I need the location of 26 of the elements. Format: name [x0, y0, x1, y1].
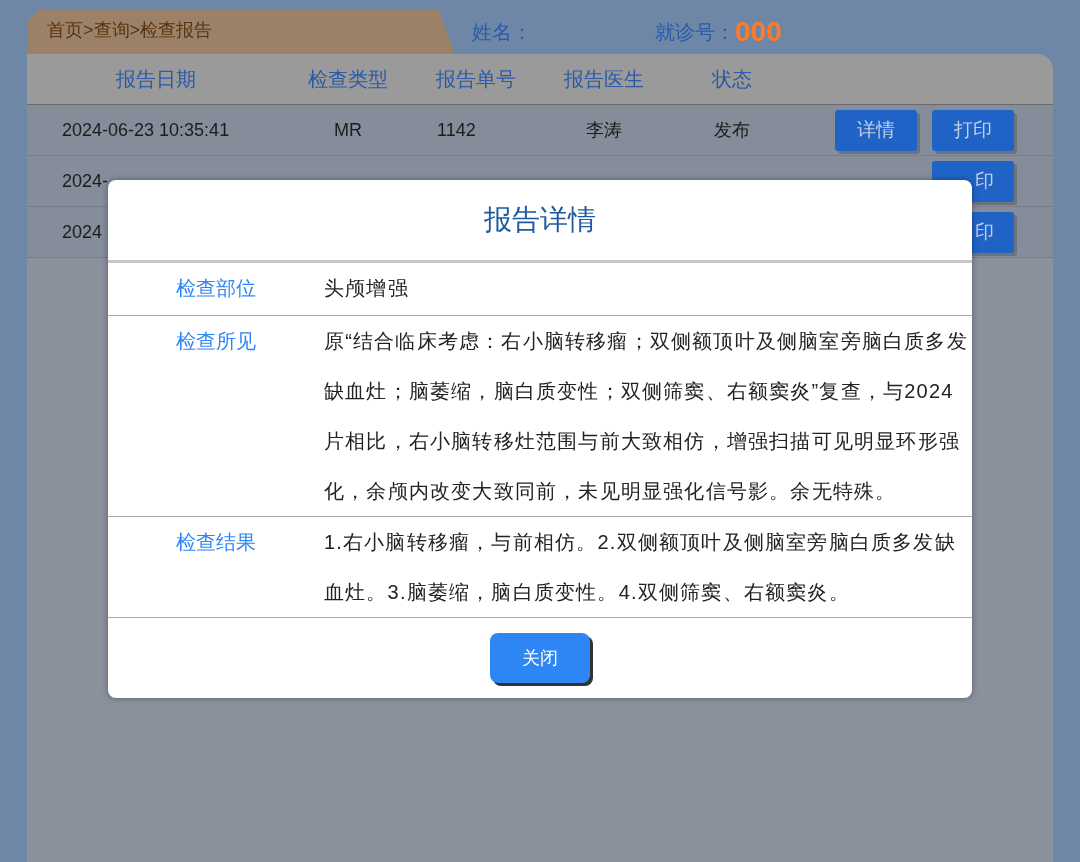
table-cell: 2024-	[62, 170, 109, 191]
name-label: 姓名：	[472, 19, 532, 45]
field-value: 头颅增强	[324, 276, 410, 301]
visit-number: 000	[735, 16, 782, 48]
column-header: 检查类型	[308, 67, 388, 90]
field-value: 1.右小脑转移瘤，与前相仿。2.双侧额顶叶及侧脑室旁脑白质多发缺血灶。3.脑萎缩，脑白质变性。4.双侧筛窦、右额窦炎。	[324, 530, 957, 605]
table-cell: 1142	[437, 119, 476, 140]
table-cell: 2024	[62, 221, 103, 242]
table-cell: 李涛	[586, 120, 622, 140]
field-label: 检查部位	[176, 277, 256, 299]
field-label: 检查所见	[176, 330, 256, 352]
column-header: 报告单号	[436, 67, 516, 90]
table-cell: 2024-06-23 10:35:41	[62, 119, 230, 140]
visit-number-label: 就诊号：	[655, 19, 735, 45]
field-label: 检查结果	[176, 531, 256, 553]
details-button[interactable]: 详情	[835, 109, 917, 151]
breadcrumb: 首页>查询>检查报告	[27, 10, 455, 54]
column-header: 报告日期	[115, 67, 196, 90]
table-cell: 发布	[714, 120, 750, 140]
table-cell: MR	[334, 119, 362, 140]
column-header: 状态	[712, 67, 752, 90]
print-button[interactable]: 打印	[932, 109, 1014, 151]
dialog-title: 报告详情	[484, 203, 596, 237]
field-value: 原“结合临床考虑：右小脑转移瘤；双侧额顶叶及侧脑室旁脑白质多发缺血灶；脑萎缩，脑白质变性；双侧筛窦、右额窦炎”复查，与2024 片相比，右小脑转移灶范围与前大致相仿，增强扫描可见明显环形强化，余颅内改变大致同前，未见明显强化信号影。余无特殊。	[324, 329, 969, 504]
column-header: 报告医生	[564, 67, 644, 90]
close-button[interactable]: 关闭	[490, 633, 590, 683]
